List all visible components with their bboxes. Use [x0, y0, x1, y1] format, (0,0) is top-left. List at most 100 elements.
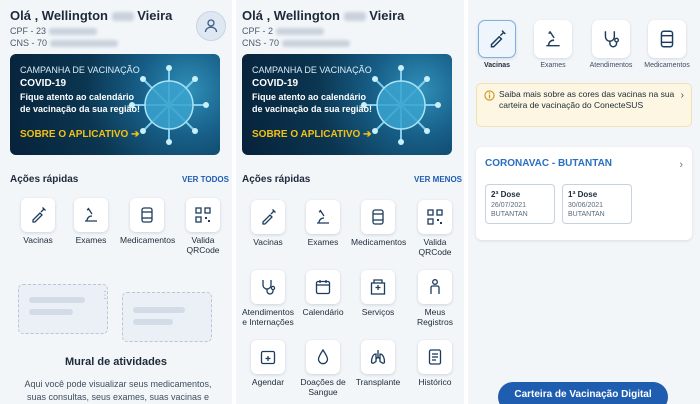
screen-vaccines: Vacinas Exames Atendimentos Medicamentos…	[468, 0, 700, 404]
cpf-value: CPF - 23	[10, 26, 47, 36]
tab-label: Atendimentos	[589, 62, 633, 69]
stethoscope-icon	[262, 280, 276, 295]
screen-home-collapsed: Olá , Wellington Vieira CPF - 23 CNS - 7…	[0, 0, 232, 404]
user-icon	[204, 19, 218, 33]
tab-atendimentos[interactable]: Atendimentos	[586, 20, 636, 69]
about-app-link[interactable]: SOBRE O APLICATIVO ➔	[20, 129, 140, 140]
banner-title: COVID-19	[20, 78, 67, 89]
greeting: Olá , Wellington Vieira	[242, 8, 404, 23]
cns-value: CNS - 70	[10, 38, 48, 48]
dose-card[interactable]: 2ª Dose 26/07/2021 BUTANTAN	[485, 184, 555, 224]
avatar[interactable]	[196, 11, 226, 41]
pills-icon	[372, 209, 384, 225]
vaccine-card[interactable]: CORONAVAC - BUTANTAN › 2ª Dose 26/07/202…	[476, 147, 692, 240]
dose-maker: BUTANTAN	[568, 211, 605, 218]
quick-action-vacinas[interactable]: Vacinas	[11, 198, 65, 245]
quick-action-agendar[interactable]: Agendar	[241, 340, 295, 387]
syringe-icon	[32, 207, 46, 223]
vaccine-title: CORONAVAC - BUTANTAN	[485, 158, 613, 169]
cpf-line: CPF - 2	[242, 26, 324, 36]
quick-action-medicamentos[interactable]: Medicamentos	[351, 200, 407, 247]
quick-action-calendario[interactable]: Calendário	[296, 270, 350, 317]
banner-campaign-label: CAMPANHA DE VACINAÇÃO	[20, 65, 140, 75]
quick-action-label: Vacinas	[253, 237, 283, 247]
mural-title: Mural de atividades	[64, 356, 168, 368]
quick-action-label: Medicamentos	[120, 235, 176, 245]
digital-vaccination-card-button[interactable]: Carteira de Vacinação Digital	[498, 382, 668, 404]
quick-action-label: Serviços	[361, 307, 395, 317]
about-app-link[interactable]: SOBRE O APLICATIVO ➔	[252, 129, 372, 140]
see-all-link[interactable]: VER TODOS	[182, 175, 229, 184]
greeting-surname: Vieira	[369, 8, 405, 23]
quick-action-servicos[interactable]: Serviços	[351, 270, 405, 317]
quick-action-medicamentos[interactable]: Medicamentos	[120, 198, 176, 245]
about-app-label: SOBRE O APLICATIVO	[20, 129, 129, 140]
quick-action-qrcode[interactable]: Valida QRCode	[176, 198, 230, 255]
mural-placeholder-card	[18, 284, 108, 334]
blood-drop-icon	[317, 348, 329, 365]
quick-action-label: Meus Registros	[417, 307, 453, 327]
person-icon	[430, 279, 440, 294]
cns-line: CNS - 70	[242, 38, 350, 48]
vaccine-colors-info[interactable]: Saiba mais sobre as cores das vacinas na…	[476, 83, 692, 127]
cpf-value: CPF - 2	[242, 26, 274, 36]
vaccination-banner[interactable]: CAMPANHA DE VACINAÇÃO COVID-19 Fique ate…	[242, 54, 452, 155]
dose-date: 26/07/2021	[491, 202, 527, 209]
qrcode-icon	[427, 209, 443, 225]
quick-action-vacinas[interactable]: Vacinas	[241, 200, 295, 247]
dose-maker: BUTANTAN	[491, 211, 528, 218]
quick-action-atendimentos[interactable]: Atendimentos e Internações	[241, 270, 295, 327]
quick-action-doacoes[interactable]: Doações de Sangue	[296, 340, 350, 397]
greeting-name: Olá , Wellington	[10, 8, 108, 23]
dose-card[interactable]: 1ª Dose 30/06/2021 BUTANTAN	[562, 184, 632, 224]
dose-number: 1ª Dose	[568, 190, 598, 199]
quick-action-qrcode[interactable]: Valida QRCode	[408, 200, 462, 257]
tab-exames[interactable]: Exames	[528, 20, 578, 69]
greeting-surname: Vieira	[137, 8, 173, 23]
microscope-icon	[317, 209, 329, 224]
quick-action-transplante[interactable]: Transplante	[351, 340, 405, 387]
pills-icon	[660, 30, 674, 48]
dose-date: 30/06/2021	[568, 202, 604, 209]
cns-line: CNS - 70	[10, 38, 118, 48]
arrow-right-icon: ➔	[131, 129, 140, 140]
hospital-icon	[370, 279, 386, 295]
info-icon	[484, 90, 495, 101]
quick-actions-title: Ações rápidas	[242, 174, 311, 185]
quick-action-label: Doações de Sangue	[300, 377, 346, 397]
microscope-icon	[546, 30, 560, 47]
banner-text: Fique atento ao calendário de vacinação …	[252, 92, 373, 114]
mural-placeholder-card	[122, 292, 212, 342]
quick-action-label: Medicamentos	[351, 237, 407, 247]
more-options-icon: ⋮	[100, 290, 110, 301]
quick-action-label: Vacinas	[23, 235, 53, 245]
calendar-icon	[315, 280, 331, 295]
tab-label: Vacinas	[483, 62, 511, 69]
mural-text: Aqui você pode visualizar seus medicamen…	[24, 379, 212, 402]
screen-home-expanded: Olá , Wellington Vieira CPF - 2 CNS - 70…	[236, 0, 464, 404]
qrcode-icon	[195, 207, 211, 223]
vaccination-banner[interactable]: CAMPANHA DE VACINAÇÃO COVID-19 Fique ate…	[10, 54, 220, 155]
chevron-right-icon: ›	[679, 159, 683, 171]
quick-action-historico[interactable]: Histórico	[408, 340, 462, 387]
microscope-icon	[85, 207, 97, 222]
about-app-label: SOBRE O APLICATIVO	[252, 129, 361, 140]
quick-action-exames[interactable]: Exames	[296, 200, 350, 247]
see-less-link[interactable]: VER MENOS	[414, 175, 462, 184]
tab-label: Exames	[540, 62, 566, 69]
quick-action-meus-registros[interactable]: Meus Registros	[408, 270, 462, 327]
syringe-icon	[490, 30, 506, 48]
tab-medicamentos[interactable]: Medicamentos	[642, 20, 692, 69]
tab-vacinas[interactable]: Vacinas	[472, 20, 522, 69]
quick-action-label: Atendimentos e Internações	[242, 307, 294, 327]
quick-actions-title: Ações rápidas	[10, 174, 79, 185]
banner-campaign-label: CAMPANHA DE VACINAÇÃO	[252, 65, 372, 75]
stethoscope-icon	[604, 31, 619, 48]
quick-action-label: Exames	[75, 235, 107, 245]
quick-action-label: Agendar	[251, 377, 285, 387]
pills-icon	[141, 207, 153, 223]
quick-action-exames[interactable]: Exames	[64, 198, 118, 245]
info-text: Saiba mais sobre as cores das vacinas na…	[499, 89, 675, 110]
quick-action-label: Histórico	[418, 377, 452, 387]
quick-action-label: Calendário	[302, 307, 344, 317]
